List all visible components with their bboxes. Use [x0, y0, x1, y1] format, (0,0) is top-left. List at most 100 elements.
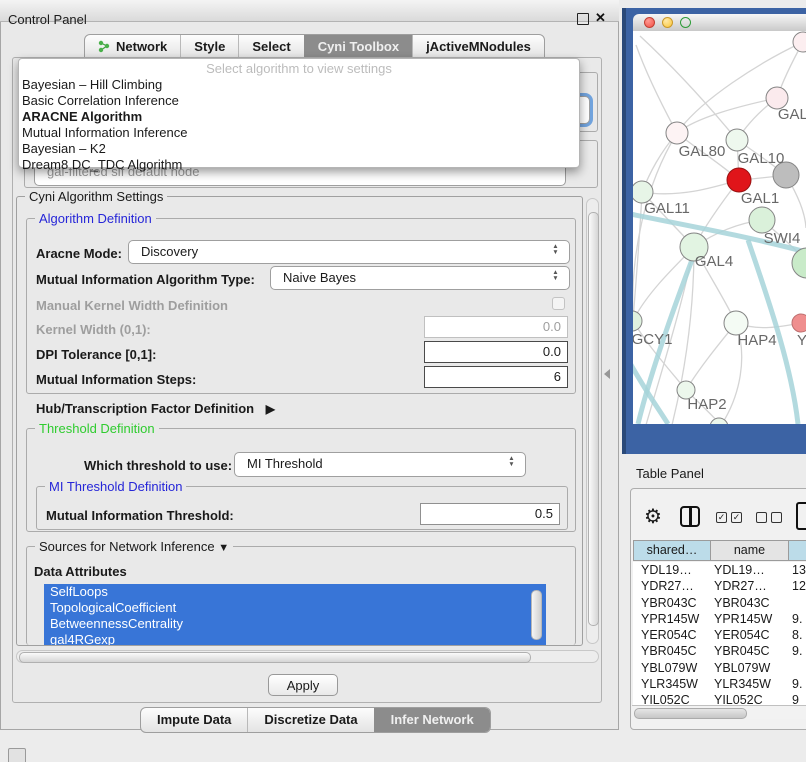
float-window-icon[interactable]: [577, 13, 589, 25]
table-cell: 13: [788, 562, 806, 578]
table-row[interactable]: YLR345WYLR345W9.: [633, 676, 806, 692]
table-cell: YDL19…: [633, 562, 710, 578]
table-row[interactable]: YBL079WYBL079W: [633, 660, 806, 676]
network-window-titlebar[interactable]: [633, 14, 806, 32]
control-panel-titlebar[interactable]: [0, 0, 619, 22]
network-node[interactable]: [727, 168, 751, 192]
mi-threshold-field[interactable]: 0.5: [420, 503, 560, 525]
expand-arrow-icon: ▶: [266, 402, 275, 416]
data-attributes-list[interactable]: SelfLoopsTopologicalCoefficientBetweenne…: [44, 584, 546, 645]
threshold-definition-title: Threshold Definition: [35, 421, 159, 436]
popup-item[interactable]: Dream8 DC_TDC Algorithm: [21, 157, 571, 173]
minimize-traffic-light-icon[interactable]: [662, 17, 673, 28]
which-threshold-combo[interactable]: MI Threshold ▲▼: [234, 452, 526, 477]
table-row[interactable]: YBR043CYBR043C: [633, 595, 806, 611]
panel-toggle-button[interactable]: [8, 748, 26, 762]
scrollbar-thumb[interactable]: [634, 708, 747, 719]
tab-impute-data[interactable]: Impute Data: [141, 708, 247, 732]
column-header-name[interactable]: name: [710, 540, 789, 561]
combo-stepper-icon: ▲▼: [507, 456, 516, 468]
table-row[interactable]: YER054CYER054C8.: [633, 627, 806, 643]
tab-network[interactable]: Network: [85, 35, 180, 58]
network-node[interactable]: [666, 122, 688, 144]
network-node[interactable]: [793, 32, 806, 52]
manual-kernel-checkbox[interactable]: [552, 297, 565, 310]
settings-horizontal-scrollbar[interactable]: [16, 650, 599, 663]
sources-title-text: Sources for Network Inference: [39, 539, 215, 554]
close-icon[interactable]: ✕: [595, 10, 606, 26]
close-traffic-light-icon[interactable]: [644, 17, 655, 28]
table-cell: [788, 660, 792, 676]
network-edge[interactable]: [636, 45, 677, 133]
mi-type-combo[interactable]: Naive Bayes ▲▼: [270, 266, 570, 290]
table-cell: [788, 595, 792, 611]
network-edge[interactable]: [633, 192, 642, 321]
scrollbar-thumb[interactable]: [531, 590, 542, 640]
table-row[interactable]: YPR145WYPR145W9.: [633, 611, 806, 627]
scrollbar-thumb[interactable]: [588, 212, 599, 626]
attribute-item[interactable]: gal4RGexp: [44, 632, 546, 645]
table-row[interactable]: YDR27…YDR27…12: [633, 578, 806, 594]
dpi-tolerance-field[interactable]: 0.0: [424, 341, 568, 363]
network-node[interactable]: [792, 248, 806, 278]
popup-item-selected[interactable]: ARACNE Algorithm: [21, 109, 571, 125]
tab-jactivemnodules[interactable]: jActiveMNodules: [412, 35, 544, 58]
column-header-shared-name[interactable]: shared…: [633, 540, 711, 561]
table-horizontal-scrollbar[interactable]: [632, 705, 806, 719]
popup-item[interactable]: Bayesian – K2: [21, 141, 571, 157]
table-row[interactable]: YIL052CYIL052C9: [633, 692, 806, 705]
attribute-item[interactable]: SelfLoops: [44, 584, 546, 600]
popup-item[interactable]: Mutual Information Inference: [21, 125, 571, 141]
attribute-item[interactable]: BetweennessCentrality: [44, 616, 546, 632]
network-node-label: GAL10: [738, 150, 785, 167]
deselect-all-columns-icon[interactable]: [756, 512, 784, 524]
attributes-scrollbar[interactable]: [530, 588, 542, 642]
hub-definition-toggle[interactable]: Hub/Transcription Factor Definition ▶: [36, 401, 275, 416]
settings-vertical-scrollbar[interactable]: [586, 198, 599, 644]
table-cell: YBL079W: [710, 660, 788, 676]
popup-item[interactable]: Basic Correlation Inference: [21, 93, 571, 109]
select-all-columns-icon[interactable]: ✓✓: [716, 512, 744, 524]
splitpane-collapse-icon[interactable]: [604, 369, 610, 379]
tab-cyni-toolbox[interactable]: Cyni Toolbox: [304, 35, 412, 58]
network-node-label: GCY1: [633, 331, 672, 348]
network-node-label: SWI4: [764, 230, 801, 247]
export-table-icon[interactable]: [796, 502, 806, 530]
network-node[interactable]: [633, 311, 642, 331]
network-node-label: GAL11: [644, 200, 690, 217]
table-cell: YIL052C: [633, 692, 710, 705]
aracne-mode-label: Aracne Mode:: [36, 246, 122, 261]
table-cell: YBR045C: [633, 643, 710, 659]
table-body[interactable]: YDL19…YDL19…13YDR27…YDR27…12YBR043CYBR04…: [633, 562, 806, 705]
network-view-canvas[interactable]: GAL2GAL80GAL10GAL1GAL11SWI4GAL4GCY1HAP4Y…: [633, 31, 806, 424]
table-row[interactable]: YDL19…YDL19…13: [633, 562, 806, 578]
algorithm-popup: Select algorithm to view settings Bayesi…: [18, 58, 580, 168]
sources-group-title[interactable]: Sources for Network Inference ▼: [35, 539, 233, 556]
tab-discretize-data[interactable]: Discretize Data: [247, 708, 373, 732]
network-edge[interactable]: [686, 323, 736, 390]
table-cell: YIL052C: [710, 692, 788, 705]
network-node[interactable]: [792, 314, 806, 332]
table-row[interactable]: YBR045CYBR045C9.: [633, 643, 806, 659]
apply-button[interactable]: Apply: [268, 674, 338, 696]
which-threshold-label: Which threshold to use:: [84, 458, 232, 473]
mi-steps-field[interactable]: 6: [424, 366, 568, 388]
kernel-width-field[interactable]: 0.0: [424, 316, 568, 338]
tab-style[interactable]: Style: [180, 35, 238, 58]
tab-infer-network[interactable]: Infer Network: [374, 708, 490, 732]
tab-select[interactable]: Select: [238, 35, 303, 58]
network-node[interactable]: [726, 129, 748, 151]
aracne-mode-combo[interactable]: Discovery ▲▼: [128, 240, 570, 264]
column-header-clipped[interactable]: [788, 540, 806, 561]
scrollbar-thumb[interactable]: [19, 652, 531, 663]
table-cell: YBR045C: [710, 643, 788, 659]
gear-icon[interactable]: ⚙: [644, 504, 662, 529]
table-cell: 12: [788, 578, 806, 594]
settings-group-title: Cyni Algorithm Settings: [25, 189, 167, 204]
attribute-item[interactable]: TopologicalCoefficient: [44, 600, 546, 616]
popup-item-list: Bayesian – Hill Climbing Basic Correlati…: [21, 77, 571, 173]
column-layout-icon[interactable]: [680, 506, 700, 527]
popup-item[interactable]: Bayesian – Hill Climbing: [21, 77, 571, 93]
network-edge[interactable]: [642, 180, 739, 194]
zoom-traffic-light-icon[interactable]: [680, 17, 691, 28]
